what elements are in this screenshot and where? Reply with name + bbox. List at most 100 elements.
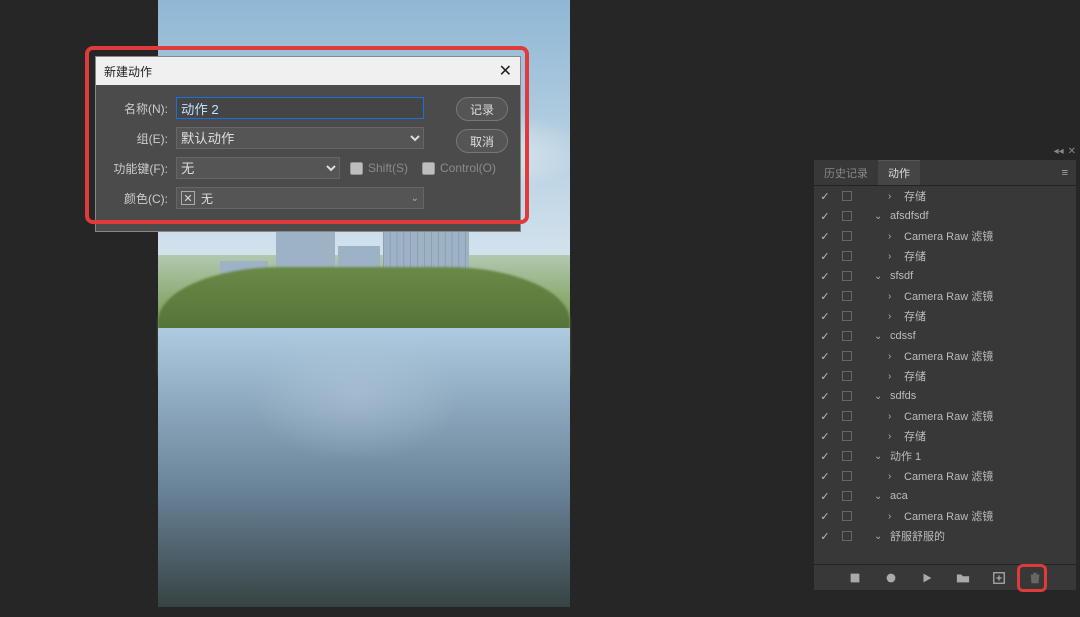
modal-toggle[interactable]	[836, 531, 858, 541]
check-icon[interactable]: ✓	[814, 290, 836, 303]
modal-toggle[interactable]	[836, 191, 858, 201]
action-row[interactable]: ✓⌄aca	[814, 486, 1076, 506]
modal-toggle[interactable]	[836, 331, 858, 341]
play-icon[interactable]	[920, 571, 934, 585]
chevron-right-icon[interactable]: ›	[888, 291, 898, 302]
action-row[interactable]: ✓ ⌄ afsdfsdf	[814, 206, 1076, 226]
modal-toggle[interactable]	[836, 491, 858, 501]
chevron-down-icon[interactable]: ⌄	[874, 391, 884, 402]
color-select[interactable]: ✕ 无 ⌄	[176, 187, 424, 209]
check-icon[interactable]: ✓	[814, 430, 836, 443]
check-icon[interactable]: ✓	[814, 270, 836, 283]
modal-toggle[interactable]	[836, 391, 858, 401]
check-icon[interactable]: ✓	[814, 390, 836, 403]
action-row[interactable]: ✓›Camera Raw 滤镜	[814, 406, 1076, 426]
modal-toggle[interactable]	[836, 411, 858, 421]
chevron-right-icon[interactable]: ›	[888, 311, 898, 322]
modal-toggle[interactable]	[836, 471, 858, 481]
action-row[interactable]: ✓⌄sdfds	[814, 386, 1076, 406]
check-icon[interactable]: ✓	[814, 190, 836, 203]
collapse-icon[interactable]: ◂◂	[1054, 146, 1064, 157]
action-row[interactable]: ✓⌄动作 1	[814, 446, 1076, 466]
color-label: 颜色(C):	[106, 190, 168, 207]
modal-toggle[interactable]	[836, 371, 858, 381]
check-icon[interactable]: ✓	[814, 410, 836, 423]
chevron-right-icon[interactable]: ›	[888, 471, 898, 482]
close-icon[interactable]: ✕	[499, 61, 512, 81]
chevron-right-icon[interactable]: ›	[888, 251, 898, 262]
chevron-right-icon[interactable]: ›	[888, 191, 898, 202]
panel-menu-icon[interactable]: ≡	[1054, 167, 1076, 179]
action-row[interactable]: ✓›Camera Raw 滤镜	[814, 286, 1076, 306]
chevron-right-icon[interactable]: ›	[888, 411, 898, 422]
action-label: 存储	[904, 368, 926, 384]
modal-toggle[interactable]	[836, 311, 858, 321]
record-icon[interactable]	[884, 571, 898, 585]
action-row[interactable]: ✓ ⌄ sfsdf	[814, 266, 1076, 286]
check-icon[interactable]: ✓	[814, 230, 836, 243]
stop-icon[interactable]	[848, 571, 862, 585]
check-icon[interactable]: ✓	[814, 490, 836, 503]
check-icon[interactable]: ✓	[814, 530, 836, 543]
action-row[interactable]: ✓ › 存储	[814, 366, 1076, 386]
chevron-down-icon[interactable]: ⌄	[874, 451, 884, 462]
chevron-down-icon[interactable]: ⌄	[874, 531, 884, 542]
action-row[interactable]: ✓›Camera Raw 滤镜	[814, 226, 1076, 246]
check-icon[interactable]: ✓	[814, 350, 836, 363]
folder-icon[interactable]	[956, 571, 970, 585]
chevron-down-icon[interactable]: ⌄	[874, 271, 884, 282]
action-row[interactable]: ✓›存储	[814, 246, 1076, 266]
modal-toggle[interactable]	[836, 451, 858, 461]
check-icon[interactable]: ✓	[814, 330, 836, 343]
dialog-titlebar[interactable]: 新建动作 ✕	[96, 57, 520, 85]
chevron-right-icon[interactable]: ›	[888, 351, 898, 362]
action-row[interactable]: ✓›存储	[814, 426, 1076, 446]
chevron-right-icon[interactable]: ›	[888, 511, 898, 522]
action-row[interactable]: ✓›Camera Raw 滤镜	[814, 506, 1076, 526]
action-row[interactable]: ✓›存储	[814, 306, 1076, 326]
chevron-down-icon[interactable]: ⌄	[874, 331, 884, 342]
modal-toggle[interactable]	[836, 231, 858, 241]
name-input[interactable]	[176, 97, 424, 119]
shift-checkbox[interactable]: Shift(S)	[350, 161, 408, 175]
chevron-down-icon[interactable]: ⌄	[874, 211, 884, 222]
action-row[interactable]: ✓⌄舒服舒服的	[814, 526, 1076, 546]
check-icon[interactable]: ✓	[814, 310, 836, 323]
action-label: afsdfsdf	[890, 210, 929, 222]
modal-toggle[interactable]	[836, 211, 858, 221]
chevron-right-icon[interactable]: ›	[888, 431, 898, 442]
close-panel-icon[interactable]: ✕	[1068, 146, 1076, 157]
record-button[interactable]: 记录	[456, 97, 508, 121]
new-action-icon[interactable]	[992, 571, 1006, 585]
trash-icon[interactable]	[1028, 571, 1042, 585]
check-icon[interactable]: ✓	[814, 370, 836, 383]
control-checkbox[interactable]: Control(O)	[422, 161, 496, 175]
modal-toggle[interactable]	[836, 431, 858, 441]
modal-toggle[interactable]	[836, 351, 858, 361]
action-row[interactable]: ✓ › Camera Raw 滤镜	[814, 466, 1076, 486]
actions-list[interactable]: ✓›存储✓⌄afsdfsdf✓›Camera Raw 滤镜✓›存储✓⌄sfsdf…	[814, 186, 1076, 564]
modal-toggle[interactable]	[836, 251, 858, 261]
modal-toggle[interactable]	[836, 291, 858, 301]
tab-history[interactable]: 历史记录	[814, 160, 878, 185]
action-row[interactable]: ✓›存储	[814, 186, 1076, 206]
check-icon[interactable]: ✓	[814, 470, 836, 483]
action-label: sfsdf	[890, 270, 913, 282]
check-icon[interactable]: ✓	[814, 250, 836, 263]
group-select[interactable]: 默认动作	[176, 127, 424, 149]
check-icon[interactable]: ✓	[814, 510, 836, 523]
action-row[interactable]: ✓›Camera Raw 滤镜	[814, 346, 1076, 366]
chevron-right-icon[interactable]: ›	[888, 231, 898, 242]
tab-actions[interactable]: 动作	[878, 160, 920, 185]
chevron-right-icon[interactable]: ›	[888, 371, 898, 382]
fnkey-select[interactable]: 无	[176, 157, 340, 179]
check-icon[interactable]: ✓	[814, 450, 836, 463]
action-row[interactable]: ✓⌄cdssf	[814, 326, 1076, 346]
chevron-down-icon[interactable]: ⌄	[874, 491, 884, 502]
modal-toggle[interactable]	[836, 511, 858, 521]
action-label: Camera Raw 滤镜	[904, 468, 993, 484]
check-icon[interactable]: ✓	[814, 210, 836, 223]
modal-toggle[interactable]	[836, 271, 858, 281]
cancel-button[interactable]: 取消	[456, 129, 508, 153]
color-value: 无	[201, 190, 213, 207]
